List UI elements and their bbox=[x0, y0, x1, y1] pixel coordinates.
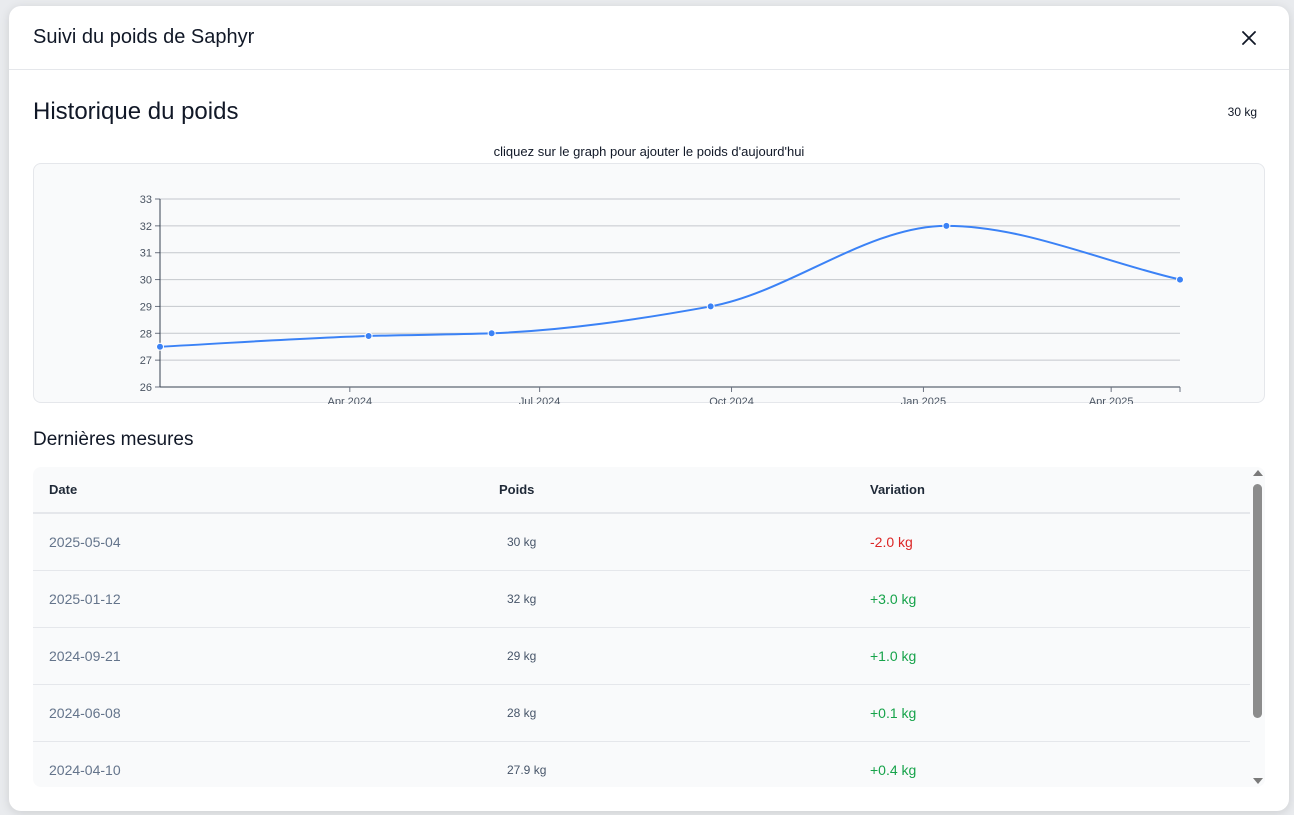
history-title: Historique du poids bbox=[33, 98, 239, 125]
y-tick-label: 27 bbox=[140, 355, 152, 367]
weight-line bbox=[159, 224, 1181, 348]
table-row: 2024-09-21 29 kg +1.0 kg bbox=[33, 628, 1250, 685]
close-icon bbox=[1242, 30, 1256, 45]
scroll-thumb[interactable] bbox=[1253, 484, 1262, 718]
close-button[interactable] bbox=[1235, 24, 1263, 52]
modal-title: Suivi du poids de Saphyr bbox=[33, 26, 255, 48]
row-poids: 29 kg bbox=[507, 649, 537, 663]
row-date: 2025-01-12 bbox=[49, 591, 121, 607]
measures-table: Date Poids Variation 2025-05-04 30 kg -2.0… bbox=[33, 467, 1265, 787]
x-tick-label: Apr 2025 bbox=[1089, 396, 1134, 404]
row-poids: 32 kg bbox=[507, 592, 537, 606]
y-tick-label: 31 bbox=[140, 248, 152, 260]
data-point[interactable] bbox=[364, 331, 373, 340]
history-header: Historique du poids 30 kg bbox=[33, 94, 1257, 130]
row-poids: 30 kg bbox=[507, 535, 537, 549]
table-header: Date Poids Variation bbox=[33, 467, 1250, 514]
weight-tracking-modal: Suivi du poids de Saphyr Historique du p… bbox=[9, 6, 1289, 811]
column-header-poids: Poids bbox=[499, 482, 535, 497]
weight-chart-svg: 26 27 28 29 30 31 32 33 Apr 2024 Jul 2024 Oct 2024… bbox=[140, 194, 1184, 404]
table-row: 2024-06-08 28 kg +0.1 kg bbox=[33, 685, 1250, 742]
modal-header: Suivi du poids de Saphyr bbox=[9, 6, 1289, 70]
row-date: 2025-05-04 bbox=[49, 534, 121, 550]
table-scrollbar[interactable] bbox=[1250, 467, 1265, 787]
chart-points bbox=[156, 221, 1184, 351]
chart-line-layer bbox=[159, 224, 1181, 348]
data-point[interactable] bbox=[487, 329, 496, 338]
table-row: 2025-01-12 32 kg +3.0 kg bbox=[33, 571, 1250, 628]
chart-hint: cliquez sur le graph pour ajouter le poi… bbox=[493, 144, 805, 159]
y-tick-label: 28 bbox=[140, 328, 152, 340]
row-date: 2024-04-10 bbox=[49, 762, 121, 778]
row-variation: +3.0 kg bbox=[870, 591, 917, 607]
data-point[interactable] bbox=[706, 302, 715, 311]
y-tick-label: 29 bbox=[140, 301, 152, 313]
row-date: 2024-09-21 bbox=[49, 648, 121, 664]
row-variation: -2.0 kg bbox=[870, 534, 913, 550]
column-header-variation: Variation bbox=[870, 482, 925, 497]
x-tick-label: Jul 2024 bbox=[519, 396, 561, 404]
y-tick-label: 32 bbox=[140, 221, 152, 233]
row-poids: 27.9 kg bbox=[507, 763, 547, 777]
data-point[interactable] bbox=[1176, 275, 1184, 284]
column-header-date: Date bbox=[49, 482, 78, 497]
scroll-up-arrow-icon[interactable] bbox=[1253, 470, 1263, 476]
weight-chart[interactable]: 26 27 28 29 30 31 32 33 Apr 2024 Jul 2024 Oct 2024… bbox=[33, 163, 1265, 404]
row-variation: +0.1 kg bbox=[870, 705, 917, 721]
row-date: 2024-06-08 bbox=[49, 705, 121, 721]
table-row: 2024-04-10 27.9 kg +0.4 kg bbox=[33, 742, 1250, 787]
chart-grid bbox=[160, 198, 1180, 361]
current-weight: 30 kg bbox=[1227, 105, 1257, 119]
x-tick-label: Jan 2025 bbox=[901, 396, 946, 404]
row-variation: +0.4 kg bbox=[870, 762, 917, 778]
y-tick-label: 33 bbox=[140, 194, 152, 206]
x-tick-label: Apr 2024 bbox=[327, 396, 372, 404]
table-row: 2025-05-04 30 kg -2.0 kg bbox=[33, 514, 1250, 571]
x-tick-label: Oct 2024 bbox=[709, 396, 754, 404]
measures-title: Dernières mesures bbox=[33, 429, 194, 450]
scroll-down-arrow-icon[interactable] bbox=[1253, 778, 1263, 784]
data-point[interactable] bbox=[942, 221, 951, 230]
row-variation: +1.0 kg bbox=[870, 648, 917, 664]
y-tick-label: 30 bbox=[140, 275, 152, 287]
data-point[interactable] bbox=[156, 342, 164, 351]
row-poids: 28 kg bbox=[507, 706, 537, 720]
y-tick-label: 26 bbox=[140, 382, 152, 394]
table-body: 2025-05-04 30 kg -2.0 kg 2025-01-12 32 kg +3.… bbox=[33, 514, 1265, 787]
